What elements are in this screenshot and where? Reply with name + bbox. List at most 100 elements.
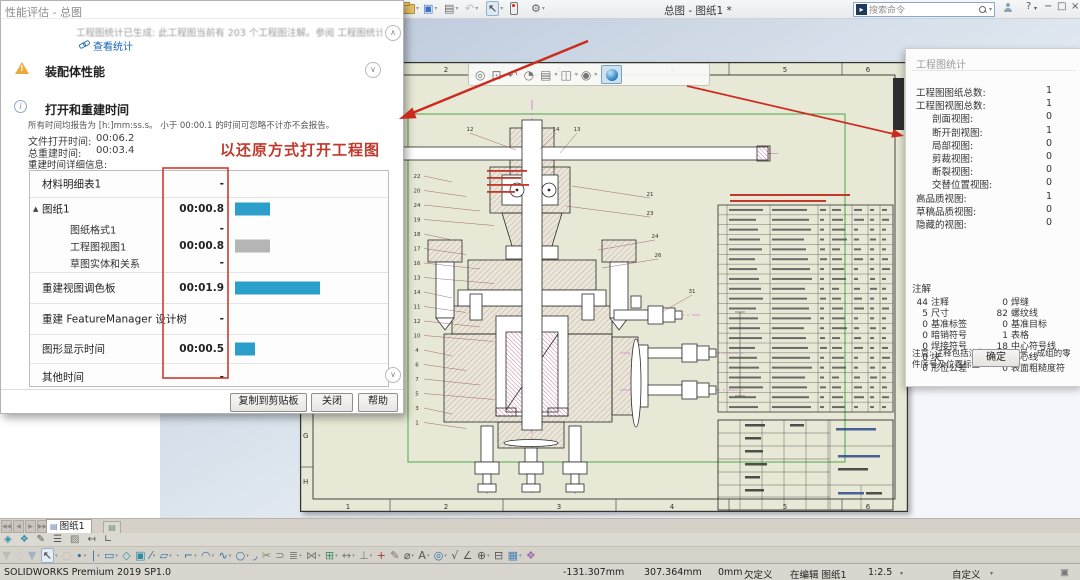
filter-edges-icon[interactable]: ▼ xyxy=(28,549,36,562)
zoom-fit-icon[interactable]: ◎ xyxy=(472,68,488,82)
balloon-number[interactable]: 26 xyxy=(655,253,662,259)
balloon-number[interactable]: 14 xyxy=(553,127,560,133)
note-icon[interactable]: A▾ xyxy=(418,549,429,562)
dropdown-caret-icon[interactable]: ▾ xyxy=(542,5,545,12)
view-orientation-icon[interactable]: ▤▾ xyxy=(537,68,557,82)
centerline-icon[interactable]: ⁄▾ xyxy=(150,549,155,562)
auto-balloon-icon[interactable]: ❖ xyxy=(20,534,29,545)
balloon-number[interactable]: 12 xyxy=(467,127,474,133)
search-input[interactable]: ▸ 搜索命令 ▾ xyxy=(853,2,995,17)
rebuild-time-row[interactable]: 图形显示时间00:00.5 xyxy=(30,335,388,364)
hide-show-items-icon[interactable]: ◉▾ xyxy=(578,68,598,82)
login-icon[interactable] xyxy=(1003,3,1013,16)
block-icon[interactable]: ❖ xyxy=(526,549,536,562)
headsup-view-toolbar[interactable]: ◎⊡↶◔▤▾◫▾◉▾ xyxy=(468,63,710,86)
lasso-icon[interactable]: ◌ xyxy=(62,549,72,562)
arc-icon[interactable]: ◠▾ xyxy=(201,549,214,562)
options-button[interactable]: ⚙▾ xyxy=(531,1,545,16)
balloon-number[interactable]: 1 xyxy=(415,421,419,427)
balloon-number[interactable]: 24 xyxy=(414,203,421,209)
rebuild-time-row[interactable]: 工程图视图100:00.8 xyxy=(30,237,388,254)
rebuild-time-row[interactable]: 其他时间- xyxy=(30,364,388,387)
edit-appearance-icon[interactable] xyxy=(601,65,622,84)
datum-feature-icon[interactable]: ⊟ xyxy=(494,549,503,562)
mirror-icon[interactable]: ⋈▾ xyxy=(306,549,321,562)
print-button[interactable]: ▤▾ xyxy=(444,1,458,16)
rebuild-time-row[interactable]: 草图实体和关系- xyxy=(30,254,388,273)
area-hatch-icon[interactable]: ▨ xyxy=(70,534,79,545)
previous-view-icon[interactable]: ↶ xyxy=(505,68,521,82)
balloon-number[interactable]: 10 xyxy=(414,334,421,340)
box-icon[interactable]: ◇ xyxy=(122,549,130,562)
view-statistics-link[interactable]: 查看统计 xyxy=(93,38,133,53)
surface-finish-icon[interactable]: √ xyxy=(451,549,458,562)
sketch-point-icon[interactable]: ∙▾ xyxy=(76,549,86,562)
corner-icon[interactable]: ⌐▾ xyxy=(184,549,197,562)
scroll-down-button[interactable]: ∨ xyxy=(385,367,401,383)
collapse-section-button[interactable]: ∨ xyxy=(365,62,381,78)
display-relations-icon[interactable]: ⊥▾ xyxy=(359,549,372,562)
help-button[interactable]: ? xyxy=(1026,1,1031,12)
open-button[interactable]: ▾ xyxy=(402,1,419,16)
balloon-number[interactable]: 22 xyxy=(414,174,421,180)
status-custom[interactable]: 自定义 xyxy=(952,567,981,580)
selection-filter-icon[interactable]: ▼ xyxy=(2,549,10,562)
rebuild-time-row[interactable]: 材料明细表1- xyxy=(30,171,388,198)
pencil-sketch-icon[interactable]: ✎ xyxy=(37,534,45,545)
fillet-icon[interactable]: ◞ xyxy=(253,549,257,562)
select-button[interactable]: ↖▾ xyxy=(486,1,503,16)
rebuild-time-row[interactable]: ▲图纸100:00.8 xyxy=(30,198,388,220)
line-icon[interactable]: ∣▾ xyxy=(91,549,100,562)
balloon-number[interactable]: 23 xyxy=(647,211,654,217)
valve-assembly-view[interactable] xyxy=(389,120,770,492)
repair-sketch-icon[interactable]: + xyxy=(377,549,386,562)
save-button[interactable]: ▣▾ xyxy=(423,1,437,16)
balloon-number[interactable]: 19 xyxy=(414,218,421,224)
leader-icon[interactable]: ↤ xyxy=(87,534,95,545)
balloon-number[interactable]: 3 xyxy=(415,406,419,412)
undo-button[interactable]: ↶▾ xyxy=(465,1,478,16)
status-scale[interactable]: 1:2.5 xyxy=(868,567,892,578)
balloon-number[interactable]: 6 xyxy=(415,363,419,369)
balloon-number[interactable]: 17 xyxy=(414,247,421,253)
close-button[interactable]: 关闭 xyxy=(311,393,353,412)
prev-sheet-button[interactable]: ◀ xyxy=(13,520,24,533)
balloon-number[interactable]: 18 xyxy=(414,232,421,238)
help-dropdown-icon[interactable]: ▾ xyxy=(1034,5,1037,12)
rebuild-time-row[interactable]: 重建视图调色板00:01.9 xyxy=(30,273,388,304)
rebuild-button[interactable] xyxy=(510,1,518,16)
line-format-icon[interactable]: ☰ xyxy=(53,534,62,545)
rebuild-time-row[interactable]: 重建 FeatureManager 设计树- xyxy=(30,304,388,335)
copy-to-clipboard-button[interactable]: 复制到剪贴板 xyxy=(230,393,307,412)
search-icon[interactable] xyxy=(979,6,987,14)
point-icon[interactable]: · xyxy=(176,549,180,562)
balloon-number[interactable]: 20 xyxy=(414,189,421,195)
corner-line-icon[interactable]: ∟ xyxy=(104,534,112,545)
section-view-icon[interactable]: ◔ xyxy=(521,68,537,82)
balloon-number[interactable]: 5 xyxy=(415,392,419,398)
balloon-number[interactable]: 11 xyxy=(414,305,421,311)
move-entities-icon[interactable]: ↔▾ xyxy=(342,549,355,562)
status-tag-icon[interactable]: ▣ xyxy=(1060,567,1069,578)
ellipse-icon[interactable]: ○▾ xyxy=(236,549,249,562)
spline-icon[interactable]: ∿▾ xyxy=(218,549,231,562)
minimize-button[interactable]: − xyxy=(1044,1,1052,12)
rebuild-time-row[interactable]: 图纸格式1- xyxy=(30,220,388,237)
next-sheet-button[interactable]: ▶ xyxy=(25,520,36,533)
dropdown-caret-icon[interactable]: ▾ xyxy=(475,5,478,12)
rectangle-icon[interactable]: ▭▾ xyxy=(104,549,118,562)
weld-symbol-icon[interactable]: ∠ xyxy=(463,549,473,562)
trim-icon[interactable]: ✂ xyxy=(262,549,271,562)
convert-entities-icon[interactable]: ⊃ xyxy=(275,549,284,562)
filter-vertices-icon[interactable]: ◇ xyxy=(15,549,23,562)
balloon-number[interactable]: 24 xyxy=(652,234,659,240)
scale-dropdown-icon[interactable]: ▾ xyxy=(900,570,903,577)
first-sheet-button[interactable]: ◀◀ xyxy=(1,520,12,533)
dropdown-caret-icon[interactable]: ▾ xyxy=(416,5,419,12)
search-dropdown-icon[interactable]: ▾ xyxy=(989,6,992,13)
balloon-tool-icon[interactable]: ◎▾ xyxy=(434,549,447,562)
balloon-number[interactable]: 31 xyxy=(689,289,696,295)
linear-pattern-icon[interactable]: ⊞▾ xyxy=(325,549,338,562)
table-icon[interactable]: ▦▾ xyxy=(508,549,522,562)
help-button[interactable]: 帮助 xyxy=(358,393,398,412)
